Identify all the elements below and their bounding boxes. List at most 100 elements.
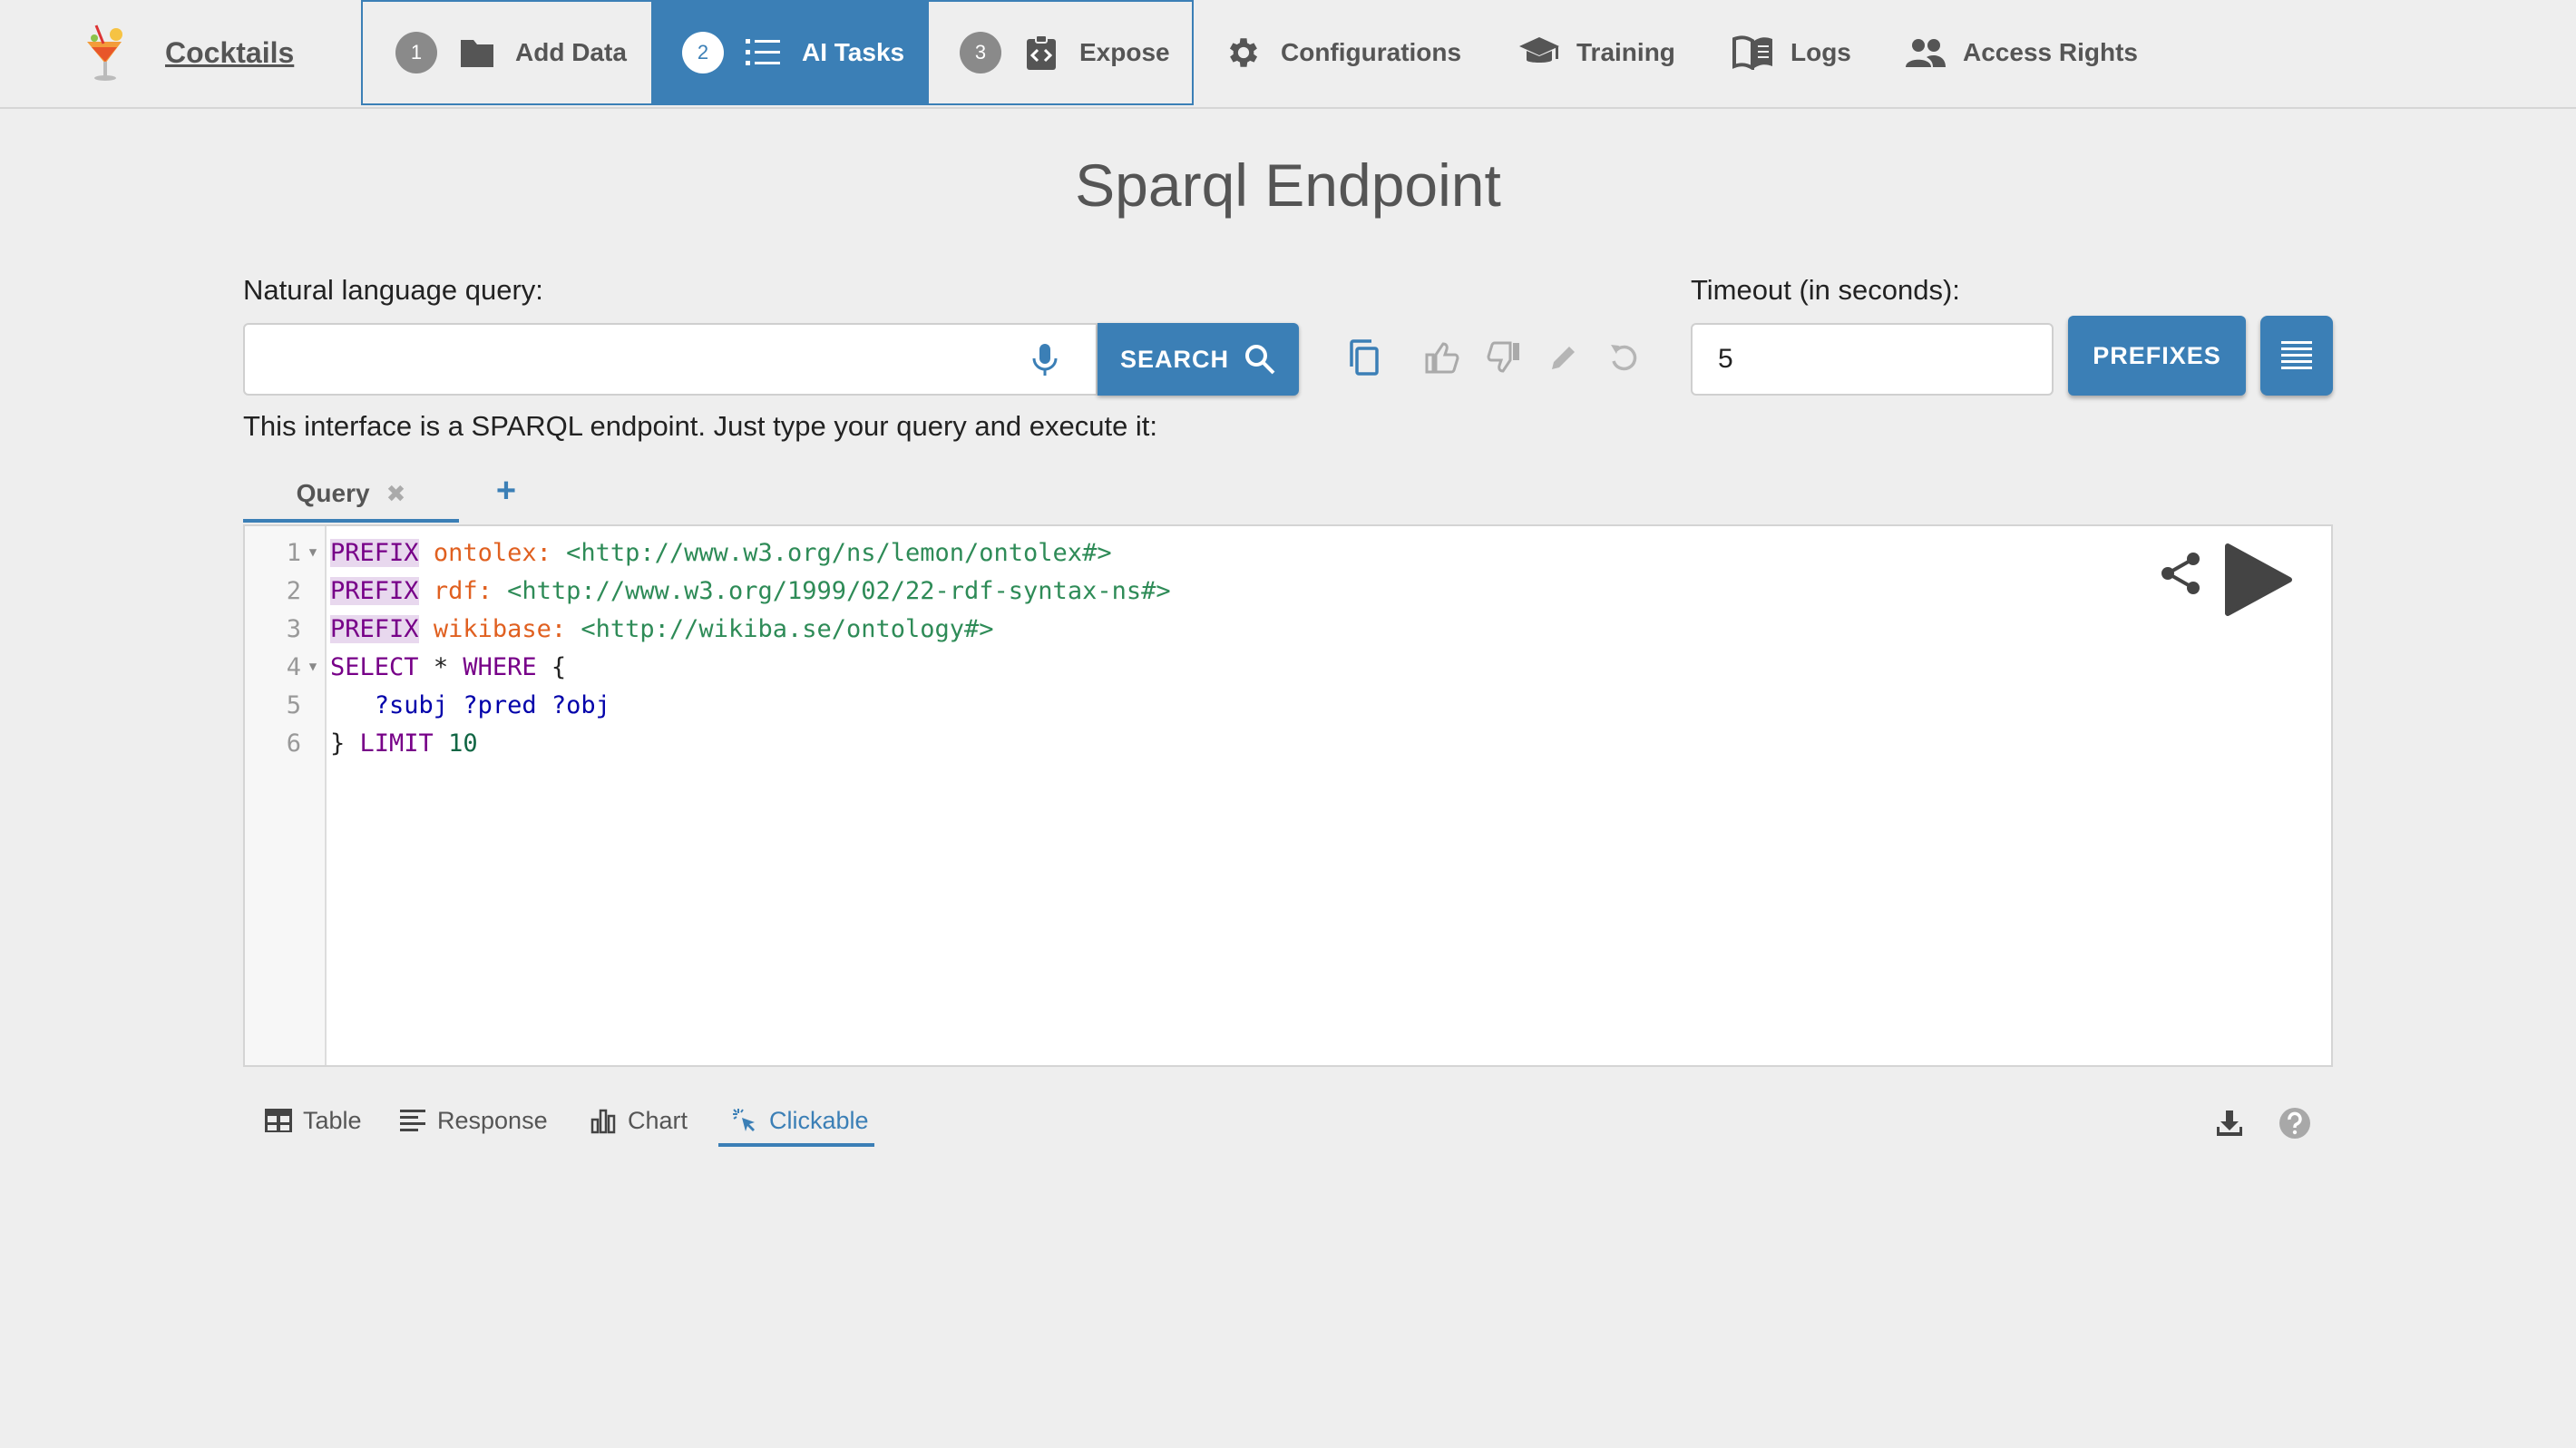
response-lines-icon — [397, 1105, 428, 1136]
step-number: 1 — [395, 32, 437, 73]
line-number: 2 — [286, 576, 301, 605]
line-number: 4 — [286, 652, 301, 681]
code-line: 3 PREFIX wikibase: <http://wikiba.se/ont… — [245, 610, 2331, 648]
step-number: 3 — [960, 32, 1001, 73]
fold-arrow-icon[interactable]: ▼ — [301, 660, 325, 674]
search-icon — [1245, 345, 1275, 375]
number: 10 — [448, 729, 478, 758]
add-tab-button[interactable]: + — [490, 468, 522, 514]
result-tab-clickable[interactable]: Clickable — [729, 1098, 869, 1143]
prefix-name: rdf: — [433, 576, 493, 605]
line-number: 1 — [286, 538, 301, 567]
brace: } — [330, 729, 346, 758]
nav-logs[interactable]: Logs — [1732, 27, 1851, 78]
close-tab-icon[interactable]: ✖ — [386, 480, 406, 508]
nav-configurations[interactable]: Configurations — [1223, 27, 1461, 78]
edit-pencil-icon[interactable] — [1544, 338, 1584, 377]
step-ai-tasks[interactable]: 2 AI Tasks — [651, 2, 929, 103]
result-tab-chart[interactable]: Chart — [588, 1098, 688, 1143]
iri: <http://wikiba.se/ontology#> — [581, 614, 994, 643]
prefix-name: wikibase: — [433, 614, 567, 643]
pointer-click-icon — [729, 1105, 760, 1136]
list-icon — [744, 33, 784, 73]
nl-query-input[interactable] — [243, 323, 1098, 396]
share-icon[interactable] — [2157, 550, 2204, 597]
brand[interactable]: Cocktails — [83, 22, 294, 85]
result-tab-table[interactable]: Table — [263, 1098, 362, 1143]
tab-label: Query — [296, 479, 370, 507]
line-number: 3 — [286, 614, 301, 643]
table-icon — [263, 1105, 294, 1136]
code-line: 1 ▼ PREFIX ontolex: <http://www.w3.org/ns… — [245, 533, 2331, 572]
folder-icon — [457, 33, 497, 73]
gear-icon — [1223, 32, 1264, 73]
brace: { — [551, 652, 567, 681]
nl-query-label: Natural language query: — [243, 274, 543, 306]
cocktail-logo-icon — [87, 24, 122, 81]
keyword: PREFIX — [330, 614, 419, 643]
timeout-input[interactable] — [1691, 323, 2054, 396]
tab-query[interactable]: Query ✖ — [243, 468, 459, 523]
step-add-data[interactable]: 1 Add Data — [363, 2, 651, 103]
download-icon[interactable] — [2211, 1105, 2248, 1141]
keyword: PREFIX — [330, 576, 419, 605]
page-title: Sparql Endpoint — [1075, 152, 1501, 219]
step-expose[interactable]: 3 Expose — [929, 2, 1192, 103]
prefixes-button[interactable]: PREFIXES — [2068, 316, 2246, 396]
nav-label: Training — [1576, 38, 1675, 66]
run-query-button[interactable] — [2222, 541, 2295, 619]
format-lines-icon — [2281, 341, 2312, 369]
nav-access-rights[interactable]: Access Rights — [1905, 27, 2138, 78]
result-tab-label: Chart — [628, 1106, 688, 1134]
step-label: AI Tasks — [802, 38, 905, 66]
keyword: PREFIX — [330, 538, 419, 567]
step-label: Expose — [1079, 38, 1170, 66]
code-line: 6 } LIMIT 10 — [245, 724, 2331, 762]
graduation-cap-icon — [1518, 32, 1560, 73]
code-line: 2 PREFIX rdf: <http://www.w3.org/1999/02… — [245, 572, 2331, 610]
line-number: 6 — [286, 729, 301, 758]
result-tab-response[interactable]: Response — [397, 1098, 548, 1143]
top-navbar: Cocktails 1 Add Data 2 AI Tasks 3 Expose — [0, 0, 2576, 109]
timeout-label: Timeout (in seconds): — [1691, 274, 1960, 306]
book-icon — [1732, 32, 1774, 73]
keyword: LIMIT — [359, 729, 434, 758]
search-button-label: SEARCH — [1119, 345, 1229, 373]
code-clipboard-icon — [1021, 33, 1061, 73]
step-number: 2 — [682, 32, 724, 73]
workflow-stepper: 1 Add Data 2 AI Tasks 3 Expose — [361, 0, 1194, 105]
search-button[interactable]: SEARCH — [1098, 323, 1299, 396]
operator: * — [433, 652, 449, 681]
nav-label: Access Rights — [1963, 38, 2138, 66]
help-icon[interactable] — [2277, 1105, 2313, 1141]
step-label: Add Data — [515, 38, 627, 66]
format-query-button[interactable] — [2260, 316, 2333, 396]
variable: ?obj — [551, 690, 610, 719]
thumbs-down-icon[interactable] — [1484, 338, 1524, 377]
prefix-name: ontolex: — [433, 538, 551, 567]
helper-text: This interface is a SPARQL endpoint. Jus… — [243, 410, 1158, 442]
keyword: SELECT — [330, 652, 419, 681]
sparql-editor[interactable]: 1 ▼ PREFIX ontolex: <http://www.w3.org/ns… — [243, 524, 2333, 1067]
code-line: 4 ▼ SELECT * WHERE { — [245, 648, 2331, 686]
active-tab-indicator — [718, 1143, 874, 1147]
nav-training[interactable]: Training — [1518, 27, 1675, 78]
iri: <http://www.w3.org/ns/lemon/ontolex#> — [566, 538, 1112, 567]
variable: ?pred — [463, 690, 537, 719]
microphone-icon[interactable] — [1027, 341, 1063, 377]
nav-label: Logs — [1791, 38, 1851, 66]
keyword: WHERE — [463, 652, 537, 681]
nav-label: Configurations — [1281, 38, 1462, 66]
thumbs-up-icon[interactable] — [1422, 338, 1462, 377]
line-number: 5 — [286, 690, 301, 719]
undo-icon[interactable] — [1604, 338, 1644, 377]
people-icon — [1905, 32, 1947, 73]
variable: ?subj — [374, 690, 449, 719]
app-name[interactable]: Cocktails — [165, 36, 294, 70]
fold-arrow-icon[interactable]: ▼ — [301, 545, 325, 560]
iri: <http://www.w3.org/1999/02/22-rdf-syntax… — [507, 576, 1171, 605]
result-tab-label: Clickable — [769, 1106, 869, 1134]
copy-icon[interactable] — [1344, 338, 1384, 377]
result-tab-label: Response — [437, 1106, 548, 1134]
code-lines: 1 ▼ PREFIX ontolex: <http://www.w3.org/ns… — [245, 533, 2331, 762]
